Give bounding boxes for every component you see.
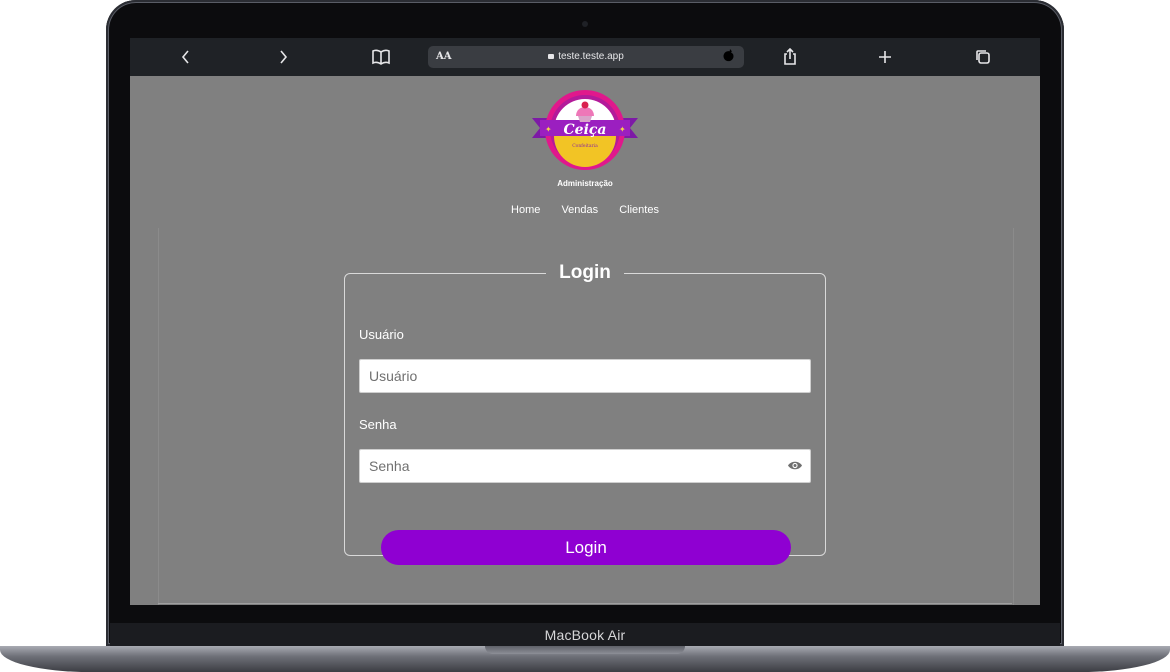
lock-icon [548,54,555,59]
laptop-notch [485,646,685,654]
username-label: Usuário [359,327,404,342]
svg-text:✦: ✦ [545,125,552,134]
browser-toolbar: AA teste.teste.app [130,38,1040,76]
camera [582,21,588,27]
share-button[interactable] [775,44,805,70]
password-label: Senha [359,417,397,432]
svg-text:✦: ✦ [619,125,626,134]
chevron-right-icon [280,50,288,64]
eye-icon[interactable] [787,460,803,471]
back-button[interactable] [171,44,201,70]
page-title: Administração [557,179,613,188]
address-bar[interactable]: AA teste.teste.app [428,46,744,68]
url-text: teste.teste.app [558,51,624,62]
screen: AA teste.teste.app ✦ ✦ Ceiça Confeitaria… [130,38,1040,605]
share-icon [784,48,796,65]
nav-item-home[interactable]: Home [511,204,540,216]
login-form: Login Usuário Senha Login [344,262,827,565]
username-input[interactable] [359,359,811,393]
chevron-left-icon [181,50,189,64]
main-nav: Home Vendas Clientes [130,204,1040,216]
cupcake-logo-icon: ✦ ✦ Ceiça Confeitaria [532,90,638,170]
reload-icon[interactable] [722,48,736,64]
login-legend: Login [559,262,611,283]
model-label: MacBook Air [544,627,626,643]
nav-item-vendas[interactable]: Vendas [561,204,598,216]
tabs-icon [976,50,990,64]
tabs-overview-button[interactable] [968,44,998,70]
url-display[interactable]: teste.teste.app [428,51,744,62]
panel-divider [158,603,1012,604]
new-tab-button[interactable] [870,44,900,70]
forward-button[interactable] [268,44,298,70]
bookmarks-button[interactable] [366,44,396,70]
logo-subtext: Confeitaria [572,143,598,149]
logo-text: Ceiça [564,122,607,138]
password-field [345,449,827,483]
brand-logo[interactable]: ✦ ✦ Ceiça Confeitaria [530,90,640,176]
plus-icon [879,51,891,63]
password-input[interactable] [359,449,811,483]
book-icon [372,49,390,65]
login-button[interactable]: Login [381,530,791,565]
nav-item-clientes[interactable]: Clientes [619,204,659,216]
